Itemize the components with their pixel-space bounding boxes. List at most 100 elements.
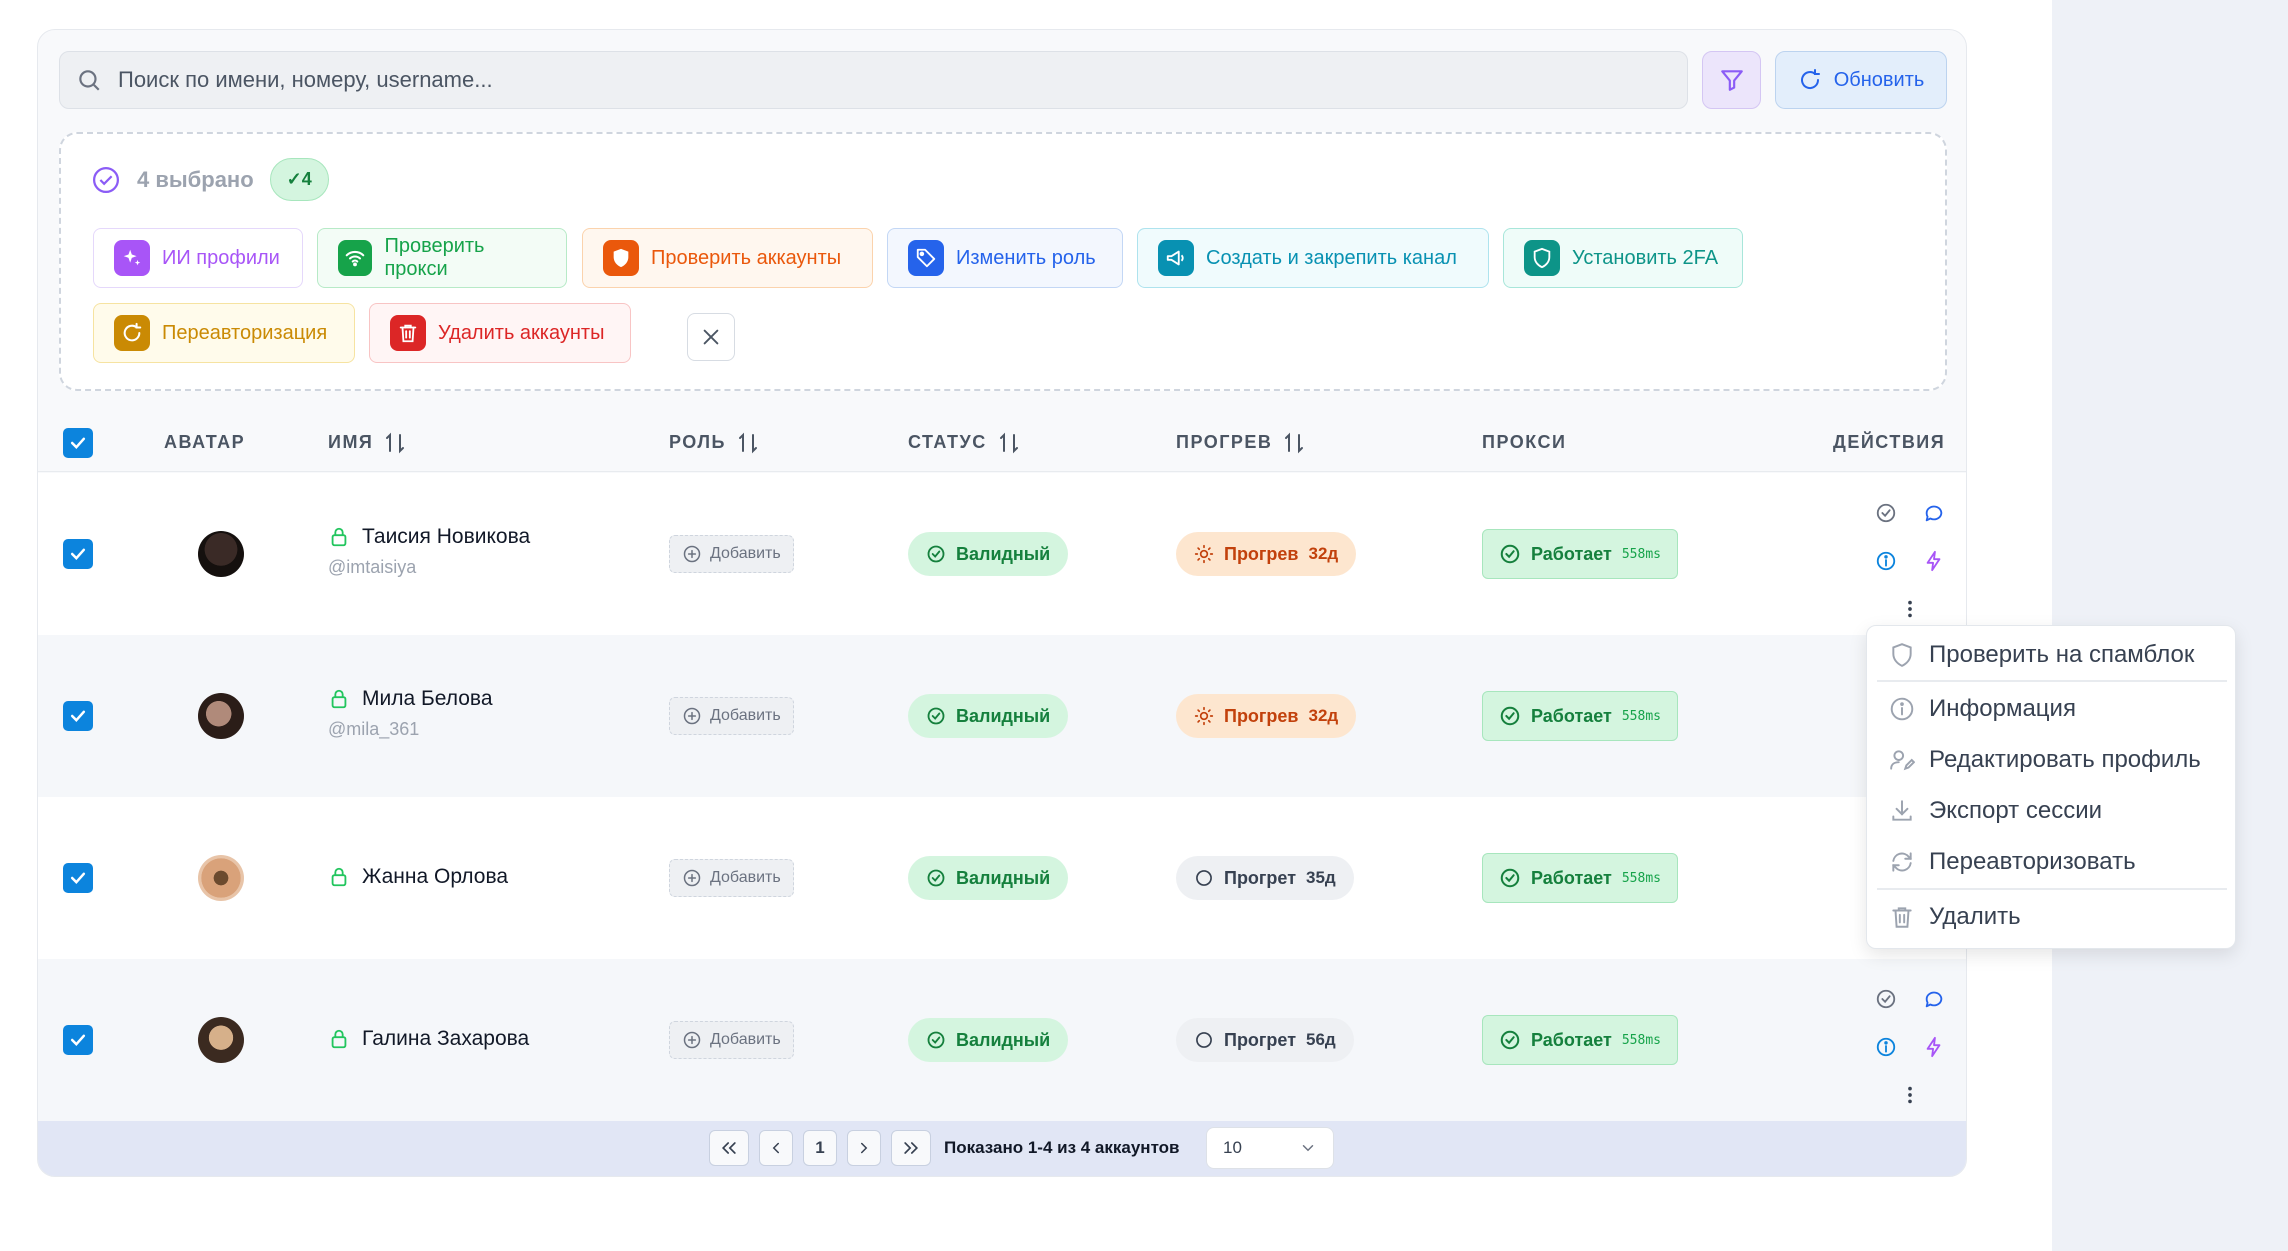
prev-page-button[interactable] <box>759 1130 793 1166</box>
menu-item-edit-profile[interactable]: Редактировать профиль <box>1889 742 2201 778</box>
first-page-button[interactable] <box>709 1130 749 1166</box>
last-page-button[interactable] <box>891 1130 931 1166</box>
header-warmup-label: ПРОГРЕВ <box>1176 432 1273 452</box>
ai-profiles-button[interactable]: ИИ профили <box>93 228 303 288</box>
chevron-left-icon <box>772 1142 779 1154</box>
row-checkbox[interactable] <box>63 701 93 731</box>
proxy-cell: Работает 558ms <box>1482 1015 1678 1065</box>
lightning-action-button[interactable] <box>1920 1033 1948 1061</box>
proxy-status-badge[interactable]: Работает 558ms <box>1482 1015 1678 1065</box>
menu-divider <box>1877 680 2227 682</box>
sparkle-icon <box>114 240 150 276</box>
account-name: Мила Белова <box>362 687 493 710</box>
ai-profiles-label: ИИ профили <box>162 246 280 269</box>
verify-action-button[interactable] <box>1872 985 1900 1013</box>
chat-action-button[interactable] <box>1920 985 1948 1013</box>
page-number-button[interactable]: 1 <box>803 1130 837 1166</box>
account-name-cell[interactable]: Мила Белова @mila_361 <box>328 687 493 740</box>
filter-button[interactable] <box>1702 51 1761 109</box>
clear-selection-button[interactable] <box>687 313 735 361</box>
plus-circle-icon <box>683 1031 701 1049</box>
next-page-button[interactable] <box>847 1130 881 1166</box>
menu-item-export-session[interactable]: Экспорт сессии <box>1889 793 2102 829</box>
add-role-button[interactable]: Добавить <box>669 859 794 897</box>
menu-item-reauth[interactable]: Переавторизовать <box>1889 844 2136 880</box>
plus-circle-icon <box>683 869 701 887</box>
lightning-action-button[interactable] <box>1920 547 1948 575</box>
table-row: Жанна Орлова Добавить Валидный Прогрет 3… <box>38 797 1966 959</box>
warmup-label: Прогрев <box>1224 543 1299 564</box>
check-accounts-button[interactable]: Проверить аккаунты <box>582 228 873 288</box>
proxy-status-badge[interactable]: Работает 558ms <box>1482 529 1678 579</box>
proxy-cell: Работает 558ms <box>1482 691 1678 741</box>
header-warmup[interactable]: ПРОГРЕВ <box>1176 413 1306 472</box>
reauth-button[interactable]: Переавторизация <box>93 303 355 363</box>
chat-icon <box>1925 991 1943 1008</box>
proxy-status-label: Работает <box>1531 543 1612 564</box>
row-checkbox[interactable] <box>63 863 93 893</box>
row-checkbox[interactable] <box>63 1025 93 1055</box>
check-circle-icon <box>1876 503 1896 523</box>
refresh-icon <box>114 315 150 351</box>
info-action-button[interactable] <box>1872 1033 1900 1061</box>
row-checkbox[interactable] <box>63 539 93 569</box>
refresh-button[interactable]: Обновить <box>1775 51 1947 109</box>
create-channel-button[interactable]: Создать и закрепить канал <box>1137 228 1489 288</box>
proxy-status-badge[interactable]: Работает 558ms <box>1482 691 1678 741</box>
info-action-button[interactable] <box>1872 547 1900 575</box>
check-circle-icon <box>1500 706 1520 726</box>
account-name-cell[interactable]: Жанна Орлова <box>328 865 508 889</box>
search-input[interactable]: Поиск по имени, номеру, username... <box>59 51 1688 109</box>
sort-icon <box>386 432 405 453</box>
select-all-checkbox[interactable] <box>63 413 93 472</box>
row-actions-menu: Проверить на спамблок Информация Редакти… <box>1866 625 2236 949</box>
add-role-label: Добавить <box>710 707 781 724</box>
check-proxy-label: Проверить прокси <box>384 235 485 280</box>
header-avatar: АВАТАР <box>164 432 246 452</box>
warmup-days: 32д <box>1308 544 1339 563</box>
circle-icon <box>1196 870 1212 886</box>
page-size-select[interactable]: 10 <box>1206 1127 1334 1169</box>
delete-accounts-button[interactable]: Удалить аккаунты <box>369 303 631 363</box>
add-role-button[interactable]: Добавить <box>669 697 794 735</box>
pagination-bar: 1 Показано 1-4 из 4 аккаунтов 10 <box>38 1121 1966 1176</box>
menu-item-spamblock-label: Проверить на спамблок <box>1929 641 2195 668</box>
status-label: Валидный <box>956 705 1051 726</box>
change-role-button[interactable]: Изменить роль <box>887 228 1123 288</box>
proxy-status-badge[interactable]: Работает 558ms <box>1482 853 1678 903</box>
more-vertical-icon <box>1908 1086 1912 1104</box>
chat-icon <box>1925 505 1943 522</box>
info-icon <box>1876 1037 1896 1057</box>
shield-check-icon <box>1524 240 1560 276</box>
warmup-cell: Прогрев 32д <box>1176 694 1357 738</box>
proxy-cell: Работает 558ms <box>1482 529 1678 579</box>
header-status[interactable]: СТАТУС <box>908 413 1021 472</box>
add-role-button[interactable]: Добавить <box>669 1021 794 1059</box>
check-proxy-button[interactable]: Проверить прокси <box>317 228 567 288</box>
menu-item-edit-profile-label: Редактировать профиль <box>1929 746 2201 773</box>
menu-item-delete[interactable]: Удалить <box>1889 899 2021 935</box>
account-username: @mila_361 <box>328 719 420 739</box>
sun-icon <box>1194 544 1214 564</box>
add-role-button[interactable]: Добавить <box>669 535 794 573</box>
chat-action-button[interactable] <box>1920 499 1948 527</box>
account-name-cell[interactable]: Галина Захарова <box>328 1027 529 1051</box>
menu-item-info[interactable]: Информация <box>1889 691 2076 727</box>
page-size-value: 10 <box>1223 1138 1242 1157</box>
more-actions-button[interactable] <box>1896 595 1924 623</box>
more-actions-button[interactable] <box>1896 1081 1924 1109</box>
header-name[interactable]: ИМЯ <box>328 413 407 472</box>
set-2fa-button[interactable]: Установить 2FA <box>1503 228 1743 288</box>
status-badge: Валидный <box>908 1018 1069 1062</box>
menu-item-spamblock[interactable]: Проверить на спамблок <box>1889 637 2194 673</box>
warmup-label: Прогрет <box>1224 1029 1297 1050</box>
delete-accounts-label: Удалить аккаунты <box>438 321 605 344</box>
account-name: Жанна Орлова <box>362 865 509 888</box>
plus-circle-icon <box>683 545 701 563</box>
warmup-label: Прогрет <box>1224 867 1297 888</box>
status-cell: Валидный <box>908 1018 1069 1062</box>
account-name-cell[interactable]: Таисия Новикова @imtaisiya <box>328 525 530 578</box>
verify-action-button[interactable] <box>1872 499 1900 527</box>
header-role[interactable]: РОЛЬ <box>669 413 760 472</box>
warmup-badge: Прогрев 32д <box>1176 532 1357 576</box>
